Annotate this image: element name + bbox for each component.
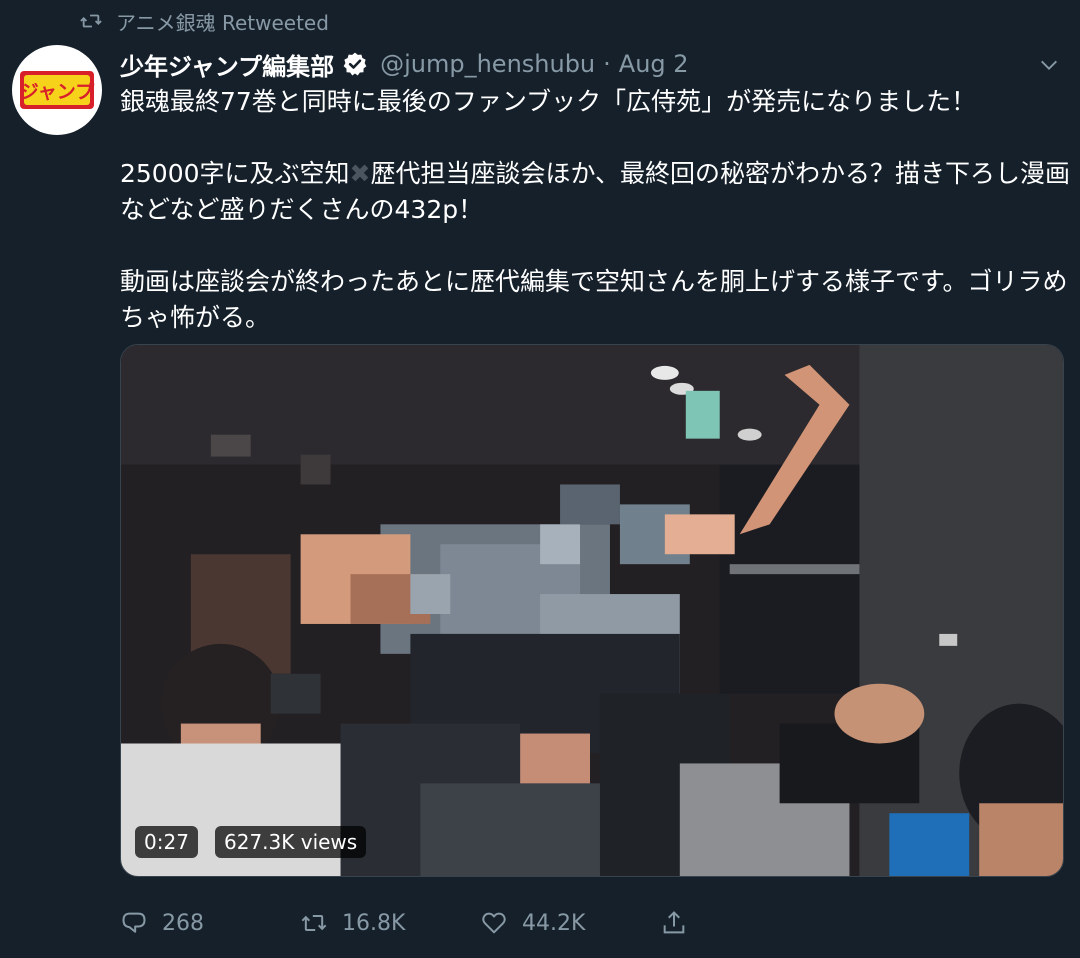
jump-logo: ジャンプ (20, 71, 95, 109)
tweet-paragraph-2: 25000字に及ぶ空知✖歴代担当座談会ほか、最終回の秘密がわかる？描き下ろし漫画… (120, 156, 1070, 228)
tweet-paragraph-1: 銀魂最終77巻と同時に最後のファンブック「広侍苑」が発売になりました！ (120, 87, 977, 116)
share-icon (663, 911, 685, 934)
retweet-count: 16.8K (342, 910, 406, 936)
verified-badge-icon (342, 51, 368, 77)
like-button[interactable]: 44.2K (480, 909, 660, 937)
retweeted-by[interactable]: アニメ銀魂 Retweeted (80, 6, 329, 36)
cross-mark-emoji: ✖ (349, 159, 371, 188)
display-name[interactable]: 少年ジャンプ編集部 (120, 47, 334, 82)
avatar-logo-text: ジャンプ (20, 80, 95, 103)
reply-count: 268 (162, 910, 204, 936)
tweet-actions: 268 16.8K 44.2K (120, 902, 688, 944)
tweet-text: 銀魂最終77巻と同時に最後のファンブック「広侍苑」が発売になりました！ 2500… (120, 84, 1070, 336)
user-handle[interactable]: @jump_henshubu (380, 50, 595, 78)
reply-button[interactable]: 268 (120, 909, 300, 937)
video-frame (121, 345, 1063, 876)
retweet-icon (80, 14, 102, 28)
tweet-paragraph-3: 動画は座談会が終わったあとに歴代編集で空知さんを胴上げする様子です。ゴリラめちゃ… (120, 267, 1068, 332)
reply-icon (122, 912, 146, 933)
video-duration: 0:27 (135, 826, 198, 858)
tweet-paragraph-2-start: 25000字に及ぶ空知 (120, 159, 350, 188)
chevron-down-icon[interactable] (1036, 52, 1062, 78)
separator-dot: · (603, 50, 611, 78)
tweet-header: 少年ジャンプ編集部 @jump_henshubu · Aug 2 (120, 44, 689, 84)
retweet-icon (301, 915, 327, 931)
tweet-date[interactable]: Aug 2 (619, 50, 689, 78)
avatar[interactable]: ジャンプ (12, 45, 102, 135)
like-count: 44.2K (522, 910, 586, 936)
share-button[interactable] (660, 909, 688, 937)
video-views: 627.3K views (215, 826, 367, 858)
video-player[interactable]: 0:27 627.3K views (120, 344, 1064, 877)
tweet[interactable]: アニメ銀魂 Retweeted ジャンプ 少年ジャンプ編集部 @jump_hen… (0, 0, 1080, 958)
heart-icon (482, 912, 506, 934)
retweet-label: アニメ銀魂 Retweeted (116, 10, 329, 35)
retweet-button[interactable]: 16.8K (300, 909, 480, 937)
